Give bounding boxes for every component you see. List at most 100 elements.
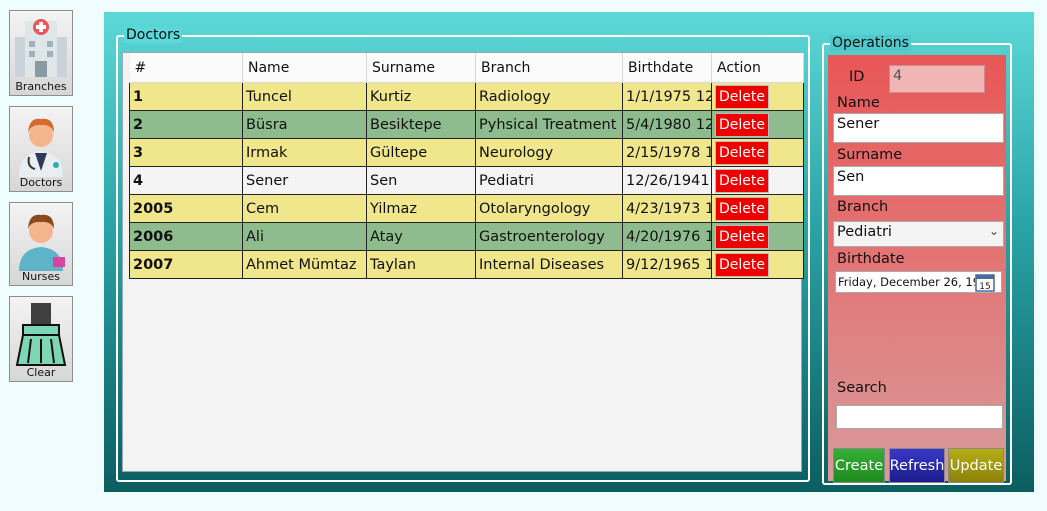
doctors-group-title: Doctors bbox=[124, 27, 183, 43]
branch-label: Branch bbox=[837, 199, 889, 215]
cell-branch: Pyhsical Treatment bbox=[475, 110, 623, 139]
refresh-button[interactable]: Refresh bbox=[889, 448, 945, 483]
cell-action: Delete bbox=[711, 138, 804, 167]
cell-action: Delete bbox=[711, 222, 804, 251]
doctors-table[interactable]: # Name Surname Branch Birthdate Action 1… bbox=[122, 52, 804, 472]
main-panel: Doctors # Name Surname Branch Birthdate … bbox=[104, 12, 1034, 492]
table-row[interactable]: 2006 Ali Atay Gastroenterology 4/20/1976 1 De… bbox=[129, 222, 804, 251]
cell-id: 2005 bbox=[129, 194, 243, 223]
cell-surname: Kurtiz bbox=[366, 82, 476, 111]
cell-branch: Neurology bbox=[475, 138, 623, 167]
cell-name: Tuncel bbox=[242, 82, 367, 111]
name-label: Name bbox=[837, 95, 880, 111]
delete-button[interactable]: Delete bbox=[715, 168, 769, 193]
search-label: Search bbox=[837, 380, 887, 396]
svg-text:15: 15 bbox=[979, 282, 990, 292]
cell-name: Sener bbox=[242, 166, 367, 195]
delete-button[interactable]: Delete bbox=[715, 112, 769, 137]
broom-icon bbox=[15, 303, 67, 366]
cell-birthdate: 4/23/1973 1 bbox=[622, 194, 712, 223]
chevron-down-icon: ⌄ bbox=[988, 224, 999, 238]
cell-action: Delete bbox=[711, 194, 804, 223]
cell-surname: Yilmaz bbox=[366, 194, 476, 223]
cell-name: Büsra bbox=[242, 110, 367, 139]
delete-button[interactable]: Delete bbox=[715, 140, 769, 165]
doctors-group: Doctors # Name Surname Branch Birthdate … bbox=[116, 27, 810, 482]
calendar-icon[interactable]: 15 bbox=[975, 272, 995, 292]
cell-surname: Atay bbox=[366, 222, 476, 251]
nurse-icon bbox=[19, 214, 65, 271]
delete-button[interactable]: Delete bbox=[715, 252, 769, 277]
cell-action: Delete bbox=[711, 250, 804, 279]
branch-select[interactable]: Pediatri ⌄ bbox=[833, 221, 1004, 247]
id-label: ID bbox=[849, 69, 865, 85]
cell-id: 2006 bbox=[129, 222, 243, 251]
cell-name: Ali bbox=[242, 222, 367, 251]
cell-branch: Radiology bbox=[475, 82, 623, 111]
nav-clear-button[interactable]: Clear bbox=[9, 296, 73, 382]
cell-birthdate: 2/15/1978 1 bbox=[622, 138, 712, 167]
branch-select-value: Pediatri bbox=[837, 224, 892, 240]
cell-id: 1 bbox=[129, 82, 243, 111]
name-field[interactable]: Sener bbox=[833, 113, 1004, 143]
nav-nurses-button[interactable]: Nurses bbox=[9, 202, 73, 286]
table-header-row: # Name Surname Branch Birthdate Action bbox=[129, 53, 804, 83]
nav-branches-label: Branches bbox=[15, 80, 67, 93]
surname-label: Surname bbox=[837, 147, 903, 163]
nav-nurses-label: Nurses bbox=[22, 270, 60, 283]
update-button[interactable]: Update bbox=[948, 448, 1004, 483]
cell-id: 4 bbox=[129, 166, 243, 195]
table-row[interactable]: 3 Irmak Gültepe Neurology 2/15/1978 1 Delete bbox=[129, 138, 804, 167]
operations-group-title: Operations bbox=[830, 35, 911, 51]
delete-button[interactable]: Delete bbox=[715, 224, 769, 249]
table-row[interactable]: 2 Büsra Besiktepe Pyhsical Treatment 5/4/198… bbox=[129, 110, 804, 139]
cell-birthdate: 4/20/1976 1 bbox=[622, 222, 712, 251]
cell-branch: Gastroenterology bbox=[475, 222, 623, 251]
cell-surname: Besiktepe bbox=[366, 110, 476, 139]
column-header-id[interactable]: # bbox=[129, 53, 243, 83]
cell-surname: Gültepe bbox=[366, 138, 476, 167]
search-input[interactable] bbox=[836, 405, 1003, 429]
nav-clear-label: Clear bbox=[26, 366, 56, 379]
nav-branches-button[interactable]: Branches bbox=[9, 10, 73, 96]
column-header-action[interactable]: Action bbox=[711, 53, 804, 83]
table-row[interactable]: 1 Tuncel Kurtiz Radiology 1/1/1975 12 Delete bbox=[129, 82, 804, 111]
table-row[interactable]: 4 Sener Sen Pediatri 12/26/1941 Delete bbox=[129, 166, 804, 195]
column-header-branch[interactable]: Branch bbox=[475, 53, 623, 83]
birthdate-value: Friday, December 26, 194 bbox=[838, 275, 988, 289]
cell-birthdate: 5/4/1980 12 bbox=[622, 110, 712, 139]
cell-name: Cem bbox=[242, 194, 367, 223]
cell-id: 2007 bbox=[129, 250, 243, 279]
nav-doctors-button[interactable]: Doctors bbox=[9, 106, 73, 192]
cell-action: Delete bbox=[711, 166, 804, 195]
operations-group: Operations ID 4 Name Sener Surname Sen B… bbox=[822, 35, 1012, 485]
table-row[interactable]: 2005 Cem Yilmaz Otolaryngology 4/23/1973 1 De… bbox=[129, 194, 804, 223]
surname-field[interactable]: Sen bbox=[833, 166, 1004, 196]
hospital-icon bbox=[15, 19, 67, 77]
cell-action: Delete bbox=[711, 110, 804, 139]
cell-birthdate: 12/26/1941 bbox=[622, 166, 712, 195]
cell-branch: Pediatri bbox=[475, 166, 623, 195]
column-header-surname[interactable]: Surname bbox=[366, 53, 476, 83]
doctor-icon bbox=[19, 118, 63, 177]
column-header-birthdate[interactable]: Birthdate bbox=[622, 53, 712, 83]
cell-surname: Sen bbox=[366, 166, 476, 195]
create-button[interactable]: Create bbox=[833, 448, 885, 483]
cell-branch: Otolaryngology bbox=[475, 194, 623, 223]
cell-name: Irmak bbox=[242, 138, 367, 167]
table-row[interactable]: 2007 Ahmet Mümtaz Taylan Internal Diseases 9… bbox=[129, 250, 804, 279]
birthdate-label: Birthdate bbox=[837, 251, 905, 267]
cell-action: Delete bbox=[711, 82, 804, 111]
cell-surname: Taylan bbox=[366, 250, 476, 279]
cell-id: 3 bbox=[129, 138, 243, 167]
delete-button[interactable]: Delete bbox=[715, 84, 769, 109]
cell-birthdate: 1/1/1975 12 bbox=[622, 82, 712, 111]
cell-id: 2 bbox=[129, 110, 243, 139]
operations-panel: ID 4 Name Sener Surname Sen Branch Pedia… bbox=[828, 55, 1006, 483]
cell-name: Ahmet Mümtaz bbox=[242, 250, 367, 279]
id-field[interactable]: 4 bbox=[889, 65, 985, 93]
column-header-name[interactable]: Name bbox=[242, 53, 367, 83]
delete-button[interactable]: Delete bbox=[715, 196, 769, 221]
nav-doctors-label: Doctors bbox=[19, 176, 63, 189]
cell-birthdate: 9/12/1965 1 bbox=[622, 250, 712, 279]
